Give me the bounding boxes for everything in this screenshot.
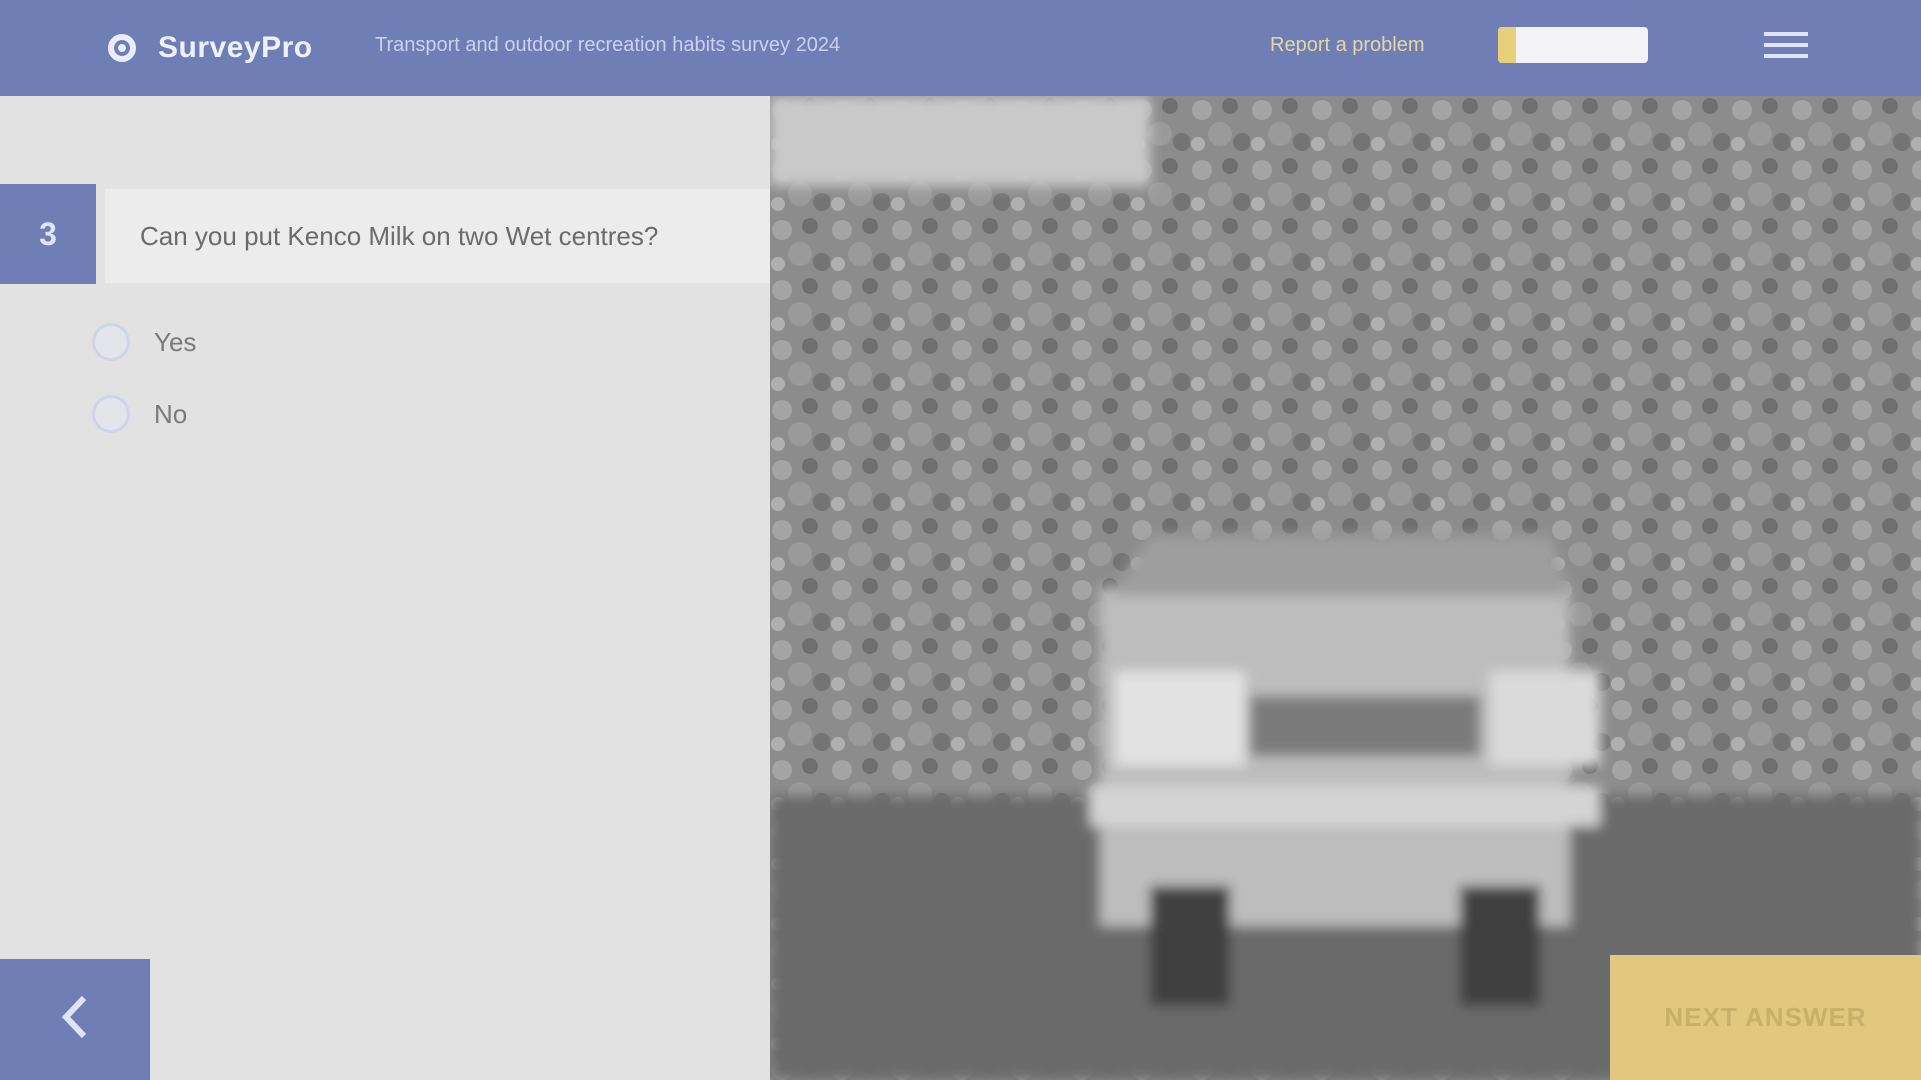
radio-yes[interactable] <box>92 323 130 361</box>
menu-button[interactable] <box>1752 22 1820 72</box>
logo-gear-icon <box>100 26 144 70</box>
option-label: Yes <box>154 326 197 357</box>
survey-title: Transport and outdoor recreation habits … <box>375 34 841 56</box>
background-photo <box>770 96 1921 1080</box>
back-button[interactable] <box>0 959 150 1080</box>
chevron-left-icon <box>60 994 90 1045</box>
progress-bar <box>1498 27 1648 63</box>
logo-text: SurveyPro <box>158 31 313 64</box>
question-panel: 3 Can you put Kenco Milk on two Wet cent… <box>0 96 785 1080</box>
question-number: 3 <box>0 184 96 284</box>
option-yes[interactable]: Yes <box>92 318 196 366</box>
report-problem-link[interactable]: Report a problem <box>1270 34 1425 57</box>
option-label: No <box>154 398 188 429</box>
logo[interactable]: SurveyPro <box>100 26 313 70</box>
question-text: Can you put Kenco Milk on two Wet centre… <box>105 189 785 283</box>
answer-options: Yes No <box>92 318 196 462</box>
option-no[interactable]: No <box>92 390 196 438</box>
hamburger-icon <box>1764 30 1808 65</box>
progress-fill <box>1498 27 1516 63</box>
top-bar: SurveyPro Transport and outdoor recreati… <box>0 0 1921 96</box>
jeep-in-forest-image <box>770 96 1921 1080</box>
radio-no[interactable] <box>92 395 130 433</box>
next-answer-button[interactable]: NEXT ANSWER <box>1610 955 1921 1080</box>
